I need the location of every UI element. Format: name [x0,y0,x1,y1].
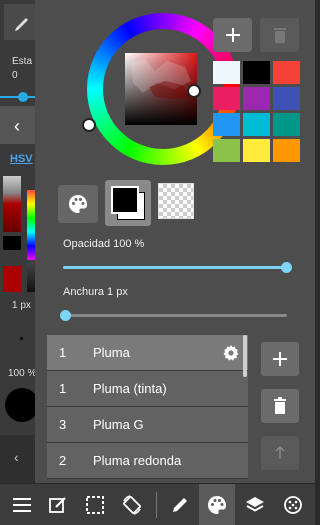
color-bar-red[interactable] [3,176,21,232]
small-brush-dot [20,337,23,340]
delete-brush-button[interactable] [261,389,299,423]
background-panel: Esta 0 ‹ HSV 1 px 100 % ‹ [0,0,40,483]
color-brush-panel: Opacidad 100 % Anchura 1 px 1 Pluma 1 Pl… [35,0,315,483]
color-bar-red-2 [3,266,21,292]
gear-icon[interactable] [222,344,240,362]
background-bottom-strip: ‹ [0,435,40,483]
brush-name: Pluma [93,345,130,360]
transparent-color-button[interactable] [158,183,194,219]
brush-name: Pluma (tinta) [93,381,167,396]
color-palette-button[interactable] [199,484,235,525]
material-button[interactable] [275,484,311,525]
rotate-icon [123,495,141,515]
background-percent-label: 100 % [8,368,37,379]
background-label: Esta [12,56,33,67]
pen-tool-button[interactable] [162,484,198,525]
color-swatch[interactable] [243,113,270,136]
menu-button[interactable] [4,484,40,525]
brush-size: 1 [59,345,67,360]
color-swatch[interactable] [243,87,270,110]
arrow-up-icon [275,446,285,459]
add-swatch-button[interactable] [213,18,252,52]
toolbar-separator [156,492,157,518]
width-label: Anchura 1 px [63,286,128,298]
color-swatch[interactable] [243,61,270,84]
background-slider-knob[interactable] [18,92,28,102]
rotate-canvas-button[interactable] [114,484,150,525]
main-color-selector[interactable] [105,180,151,226]
brush-list: 1 Pluma 1 Pluma (tinta) 3 Pluma G 2 Plum… [47,335,248,483]
trash-icon [273,28,286,43]
edit-button[interactable] [40,484,76,525]
chevron-left-icon: ‹ [14,449,19,465]
brush-size: 1 [59,381,67,396]
delete-swatch-button[interactable] [260,18,299,52]
background-size-label: 1 px [12,300,31,311]
menu-icon [13,498,31,512]
width-slider-track[interactable] [65,314,287,317]
plus-icon [225,28,240,42]
brush-list-scrollbar[interactable] [243,335,247,377]
hsv-tab[interactable]: HSV [10,153,33,165]
add-brush-button[interactable] [261,342,299,376]
color-swatch-grid [213,61,300,162]
palette-button[interactable] [58,185,98,223]
layers-button[interactable] [237,484,273,525]
opacity-slider-knob[interactable] [281,262,292,273]
color-swatch[interactable] [273,113,300,136]
chevron-left-icon: ‹ [14,116,20,136]
trash-icon [274,397,286,414]
brush-row[interactable]: 1 Pluma [47,335,248,371]
color-swatch[interactable] [213,61,240,84]
brush-row[interactable]: 2 Pluma redonda [47,443,248,479]
palette-icon [208,496,226,514]
move-brush-up-button[interactable] [261,436,299,470]
brush-name: Pluma redonda [93,453,182,468]
selection-button[interactable] [77,484,113,525]
color-swatch[interactable] [213,139,240,162]
edit-icon [49,497,66,513]
color-swatch[interactable] [213,87,240,110]
color-swatch[interactable] [273,61,300,84]
hue-wheel-handle[interactable] [187,84,201,98]
foreground-color-swatch [111,186,139,214]
brush-size: 2 [59,453,67,468]
layers-icon [246,497,264,512]
pen-icon [173,498,187,512]
color-swatch[interactable] [273,87,300,110]
opacity-label: Opacidad 100 % [63,238,145,250]
color-swatch[interactable] [273,139,300,162]
brush-size: 3 [59,417,67,432]
background-value: 0 [12,70,18,81]
color-swatch[interactable] [213,113,240,136]
opacity-slider-track[interactable] [63,266,287,269]
palette-icon [69,195,87,213]
width-slider-knob[interactable] [60,310,71,321]
brush-row[interactable]: 3 Pluma G [47,407,248,443]
color-swatch[interactable] [243,139,270,162]
large-brush-dot [5,388,39,422]
plus-icon [273,352,287,366]
selection-icon [86,496,104,514]
background-nav-bar[interactable]: ‹ [0,106,40,144]
material-icon [284,496,302,514]
brush-name: Pluma G [93,417,144,432]
brush-row[interactable]: 1 Pluma (tinta) [47,371,248,407]
bottom-toolbar [0,483,315,525]
hue-wheel-handle-inner[interactable] [82,118,96,132]
color-bar-black [3,236,21,250]
